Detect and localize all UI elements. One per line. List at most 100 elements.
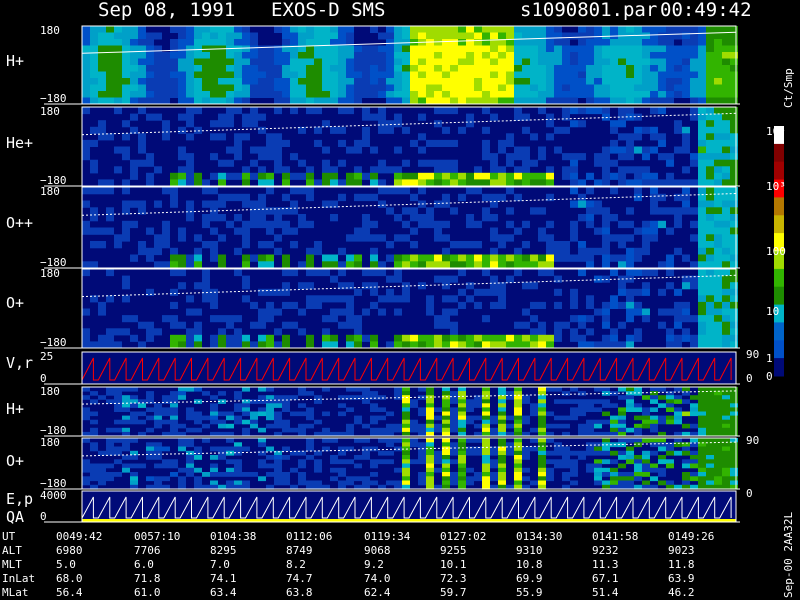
- heatmap-cell: [274, 247, 282, 256]
- heatmap-cell: [82, 58, 90, 66]
- heatmap-cell: [690, 407, 698, 412]
- heatmap-cell: [122, 467, 130, 473]
- heatmap-cell: [706, 467, 714, 473]
- heatmap-cell: [170, 187, 178, 195]
- heatmap-cell: [290, 467, 298, 473]
- heatmap-cell: [658, 39, 666, 46]
- heatmap-cell: [458, 193, 466, 202]
- heatmap-cell: [714, 234, 722, 242]
- heatmap-cell: [570, 334, 578, 342]
- heatmap-cell: [642, 450, 650, 456]
- heatmap-cell: [250, 39, 258, 46]
- heatmap-cell: [426, 58, 434, 66]
- heatmap-cell: [538, 341, 546, 349]
- heatmap-cell: [666, 32, 674, 40]
- heatmap-cell: [706, 153, 714, 161]
- heatmap-cell: [282, 91, 290, 98]
- heatmap-cell: [682, 423, 690, 429]
- heatmap-cell: [482, 459, 490, 465]
- heatmap-cell: [514, 227, 522, 235]
- heatmap-cell: [722, 207, 730, 215]
- heatmap-cell: [306, 78, 314, 85]
- heatmap-cell: [578, 71, 586, 79]
- heatmap-cell: [130, 419, 138, 425]
- heatmap-cell: [154, 97, 162, 105]
- heatmap-cell: [658, 65, 666, 72]
- heatmap-cell: [458, 126, 466, 134]
- heatmap-cell: [674, 65, 682, 72]
- table-cell: 68.0: [56, 572, 83, 585]
- heatmap-cell: [226, 423, 234, 429]
- heatmap-cell: [378, 308, 386, 316]
- heatmap-cell: [186, 459, 194, 465]
- heatmap-cell: [602, 172, 610, 180]
- heatmap-cell: [138, 91, 146, 98]
- heatmap-cell: [298, 308, 306, 316]
- heatmap-cell: [322, 387, 330, 392]
- heatmap-cell: [106, 97, 114, 105]
- heatmap-cell: [266, 463, 274, 469]
- heatmap-cell: [130, 58, 138, 66]
- heatmap-cell: [282, 179, 290, 187]
- heatmap-cell: [90, 207, 98, 215]
- heatmap-cell: [226, 480, 234, 486]
- heatmap-cell: [586, 172, 594, 180]
- heatmap-cell: [402, 476, 410, 482]
- heatmap-cell: [546, 39, 554, 46]
- heatmap-cell: [426, 480, 434, 486]
- heatmap-cell: [714, 301, 722, 309]
- heatmap-cell: [274, 146, 282, 154]
- heatmap-cell: [330, 467, 338, 473]
- heatmap-cell: [154, 71, 162, 79]
- heatmap-cell: [122, 438, 130, 443]
- heatmap-cell: [330, 295, 338, 303]
- heatmap-cell: [266, 387, 274, 392]
- heatmap-cell: [354, 463, 362, 469]
- heatmap-cell: [594, 32, 602, 40]
- heatmap-cell: [714, 153, 722, 161]
- heatmap-cell: [714, 91, 722, 98]
- heatmap-cell: [506, 341, 514, 349]
- heatmap-cell: [258, 179, 266, 187]
- heatmap-cell: [130, 39, 138, 46]
- heatmap-cell: [730, 427, 738, 433]
- heatmap-cell: [282, 39, 290, 46]
- heatmap-cell: [194, 427, 202, 433]
- heatmap-cell: [602, 234, 610, 242]
- heatmap-cell: [218, 120, 226, 128]
- heatmap-cell: [154, 247, 162, 256]
- heatmap-cell: [186, 65, 194, 72]
- heatmap-cell: [122, 419, 130, 425]
- heatmap-cell: [466, 39, 474, 46]
- heatmap-cell: [666, 91, 674, 98]
- heatmap-cell: [282, 403, 290, 408]
- table-cell: 9232: [592, 544, 619, 557]
- heatmap-cell: [378, 91, 386, 98]
- heatmap-cell: [714, 39, 722, 46]
- heatmap-cell: [306, 97, 314, 105]
- heatmap-cell: [722, 71, 730, 79]
- heatmap-cell: [266, 315, 274, 323]
- heatmap-cell: [546, 459, 554, 465]
- heatmap-cell: [402, 159, 410, 167]
- heatmap-cell: [226, 446, 234, 452]
- heatmap-cell: [170, 315, 178, 323]
- heatmap-cell: [146, 334, 154, 342]
- heatmap-cell: [194, 446, 202, 452]
- heatmap-cell: [90, 399, 98, 404]
- heatmap-cell: [154, 446, 162, 452]
- heatmap-cell: [210, 120, 218, 128]
- heatmap-cell: [498, 467, 506, 473]
- heatmap-cell: [218, 315, 226, 323]
- heatmap-cell: [362, 113, 370, 121]
- heatmap-cell: [154, 411, 162, 417]
- heatmap-cell: [474, 45, 482, 53]
- heatmap-cell: [162, 241, 170, 249]
- heatmap-cell: [586, 214, 594, 222]
- heatmap-cell: [482, 179, 490, 187]
- heatmap-cell: [130, 455, 138, 460]
- heatmap-cell: [530, 427, 538, 433]
- heatmap-cell: [602, 39, 610, 46]
- heatmap-cell: [706, 214, 714, 222]
- table-row-label: MLat: [2, 586, 29, 599]
